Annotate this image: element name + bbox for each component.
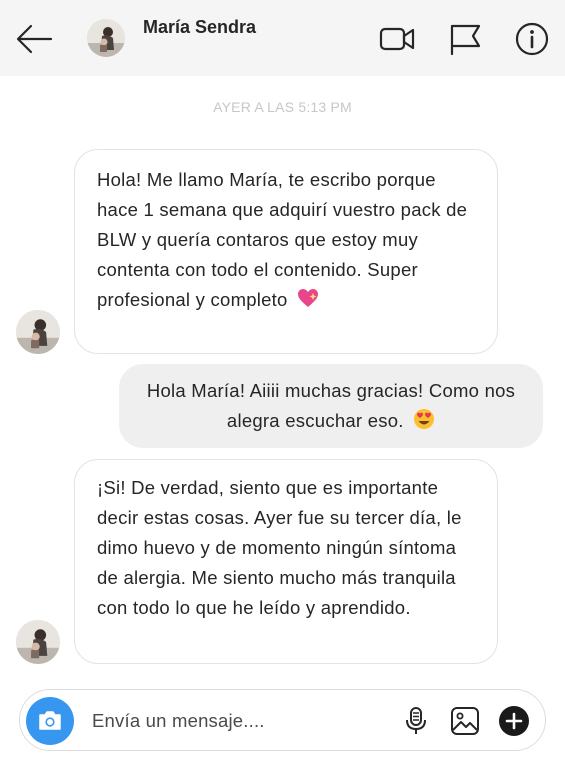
- microphone-icon[interactable]: [399, 704, 433, 738]
- camera-icon: [39, 711, 61, 730]
- flag-icon[interactable]: [446, 21, 484, 57]
- message-input[interactable]: [92, 704, 392, 738]
- message-timestamp: AYER A LAS 5:13 PM: [213, 99, 352, 115]
- message-text: ¡Si! De verdad, siento que es importante…: [97, 477, 462, 618]
- contact-avatar[interactable]: [87, 19, 125, 57]
- chat-header: María Sendra: [0, 0, 565, 76]
- message-text: Hola María! Aiiii muchas gracias! Como n…: [146, 380, 516, 431]
- avatar-photo: [16, 620, 60, 664]
- info-icon[interactable]: [513, 21, 551, 57]
- contact-avatar[interactable]: [16, 310, 60, 354]
- avatar-photo: [16, 310, 60, 354]
- incoming-message-bubble[interactable]: Hola! Me llamo María, te escribo porque …: [74, 149, 498, 354]
- plus-icon[interactable]: [497, 704, 531, 738]
- message-text: Hola! Me llamo María, te escribo porque …: [97, 169, 468, 310]
- contact-name[interactable]: María Sendra: [143, 17, 256, 38]
- message-composer: [19, 689, 546, 751]
- back-arrow-icon[interactable]: [14, 22, 54, 56]
- contact-avatar[interactable]: [16, 620, 60, 664]
- sparkling-heart-icon: [298, 289, 318, 307]
- heart-eyes-emoji-icon: [414, 409, 435, 429]
- video-call-icon[interactable]: [378, 21, 416, 57]
- incoming-message-bubble[interactable]: ¡Si! De verdad, siento que es importante…: [74, 459, 498, 664]
- avatar-photo: [87, 19, 125, 57]
- outgoing-message-bubble[interactable]: Hola María! Aiiii muchas gracias! Como n…: [119, 364, 543, 448]
- gallery-icon[interactable]: [448, 704, 482, 738]
- camera-button[interactable]: [26, 697, 74, 745]
